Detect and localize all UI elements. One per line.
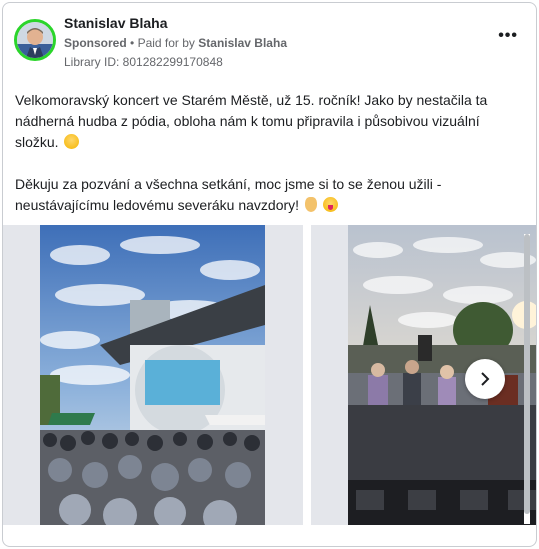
carousel-next-button[interactable] [465, 359, 505, 399]
orchestra-stage-photo[interactable] [348, 225, 536, 525]
concert-building-photo[interactable] [40, 225, 265, 525]
author-name[interactable]: Stanislav Blaha [64, 15, 168, 31]
post-paragraph-text: Děkuju za pozvání a všechna setkání, moc… [15, 176, 442, 213]
carousel-slide[interactable] [3, 225, 303, 525]
scrollbar-thumb[interactable] [524, 234, 530, 514]
tongue-face-emoji-icon [322, 197, 338, 212]
sponsored-label: Sponsored [64, 36, 127, 50]
chevron-right-icon [481, 372, 490, 386]
image-carousel[interactable] [3, 225, 536, 525]
post-text: Velkomoravský koncert ve Starém Městě, u… [15, 90, 527, 216]
avatar-photo [17, 22, 53, 58]
scrollbar[interactable] [524, 234, 530, 524]
thumbs-up-emoji-icon [304, 197, 317, 212]
smiling-face-emoji-icon [64, 134, 80, 149]
payer-name[interactable]: Stanislav Blaha [198, 36, 287, 50]
photo-stage [348, 225, 536, 525]
post-paragraph-text: Velkomoravský koncert ve Starém Městě, u… [15, 92, 488, 150]
more-options-icon[interactable]: ••• [498, 28, 518, 44]
library-id: Library ID: 801282299170848 [64, 55, 223, 69]
paid-for-by-label: Paid for by [137, 36, 195, 50]
meta-separator: • [130, 36, 138, 50]
post-paragraph: Velkomoravský koncert ve Starém Městě, u… [15, 90, 527, 153]
avatar[interactable] [14, 19, 56, 61]
ad-card: Stanislav Blaha Sponsored • Paid for by … [2, 2, 537, 547]
ad-meta: Sponsored • Paid for by Stanislav Blaha [64, 36, 287, 50]
post-paragraph: Děkuju za pozvání a všechna setkání, moc… [15, 174, 527, 216]
photo-building [40, 225, 265, 525]
